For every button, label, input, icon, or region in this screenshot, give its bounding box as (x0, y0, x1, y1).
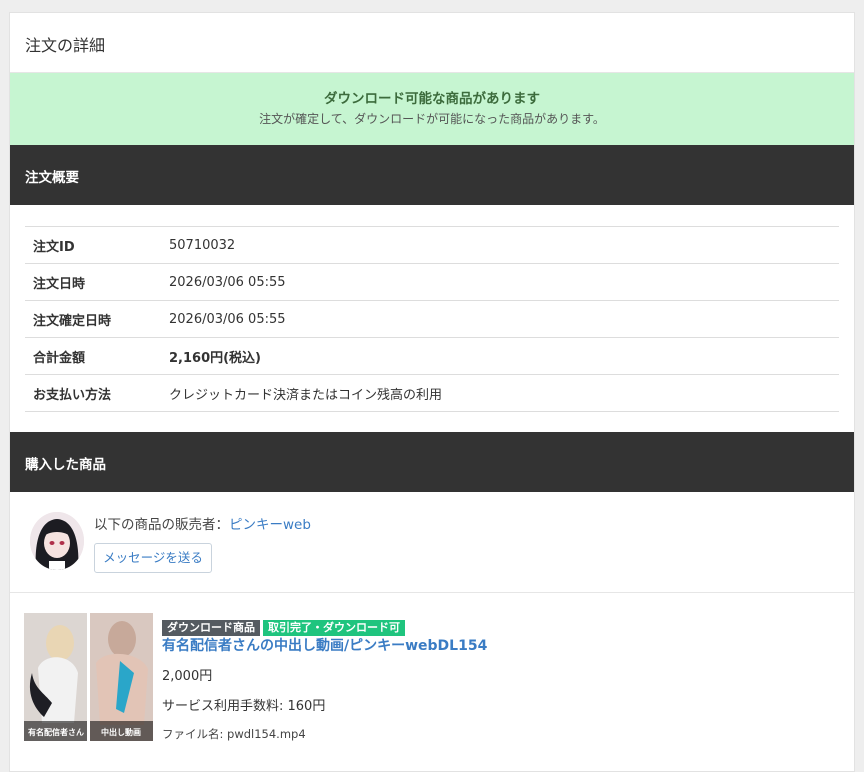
table-row: 注文確定日時 2026/03/06 05:55 (25, 300, 839, 338)
send-message-button[interactable]: メッセージを送る (94, 543, 212, 573)
download-badge: ダウンロード商品 (162, 620, 260, 636)
seller-avatar[interactable] (30, 512, 84, 570)
summary-table: 注文ID 50710032 注文日時 2026/03/06 05:55 注文確定… (25, 226, 839, 412)
alert-body: 注文が確定して、ダウンロードが可能になった商品があります。 (259, 112, 605, 126)
row-label-confirm-date: 注文確定日時 (25, 300, 161, 338)
table-row: 注文日時 2026/03/06 05:55 (25, 263, 839, 301)
alert-title: ダウンロード可能な商品があります (324, 91, 540, 107)
status-badge: 取引完了・ダウンロード可 (263, 620, 405, 636)
file-name: ファイル名: pwdl154.mp4 (162, 727, 306, 741)
order-detail-panel: 注文の詳細 ダウンロード可能な商品があります 注文が確定して、ダウンロードが可能… (9, 12, 855, 772)
summary-header: 注文概要 (10, 145, 854, 205)
order-date-value: 2026/03/06 05:55 (161, 263, 839, 301)
total-value: 2,160円(税込) (161, 337, 839, 375)
table-row: 合計金額 2,160円(税込) (25, 337, 839, 375)
order-summary: 注文ID 50710032 注文日時 2026/03/06 05:55 注文確定… (10, 205, 854, 432)
seller-block: 以下の商品の販売者：ピンキーweb メッセージを送る (10, 492, 854, 593)
product-badges: ダウンロード商品 取引完了・ダウンロード可 (162, 616, 408, 636)
product-thumbnail[interactable]: 有名配信者さん 中出し動画 (24, 613, 153, 741)
service-fee: サービス利用手数料: 160円 (162, 699, 326, 714)
row-label-total: 合計金額 (25, 337, 161, 375)
download-alert: ダウンロード可能な商品があります 注文が確定して、ダウンロードが可能になった商品… (10, 73, 854, 145)
seller-line: 以下の商品の販売者：ピンキーweb (94, 513, 311, 533)
product-title-link[interactable]: 有名配信者さんの中出し動画/ピンキーwebDL154 (162, 635, 487, 655)
seller-link[interactable]: ピンキーweb (229, 517, 311, 533)
avatar-illustration (30, 512, 84, 570)
confirm-date-value: 2026/03/06 05:55 (161, 300, 839, 338)
table-row: 注文ID 50710032 (25, 226, 839, 264)
order-id-value: 50710032 (161, 226, 839, 264)
thumb-caption-right: 中出し動画 (101, 727, 141, 737)
table-row: お支払い方法 クレジットカード決済またはコイン残高の利用 (25, 374, 839, 412)
seller-prefix: 以下の商品の販売者： (94, 517, 229, 533)
row-label-payment: お支払い方法 (25, 374, 161, 412)
row-label-order-date: 注文日時 (25, 263, 161, 301)
purchased-header: 購入した商品 (10, 432, 854, 492)
product-item: 有名配信者さん 中出し動画 ダウンロード商品 取引完了・ダウンロード可 有名配信者… (10, 593, 854, 763)
payment-value: クレジットカード決済またはコイン残高の利用 (161, 374, 839, 412)
thumb-caption-left: 有名配信者さん (28, 727, 84, 737)
product-price: 2,000円 (162, 669, 213, 684)
thumbnail-image: 有名配信者さん 中出し動画 (24, 613, 153, 741)
page-title: 注文の詳細 (10, 13, 854, 73)
row-label-order-id: 注文ID (25, 226, 161, 264)
